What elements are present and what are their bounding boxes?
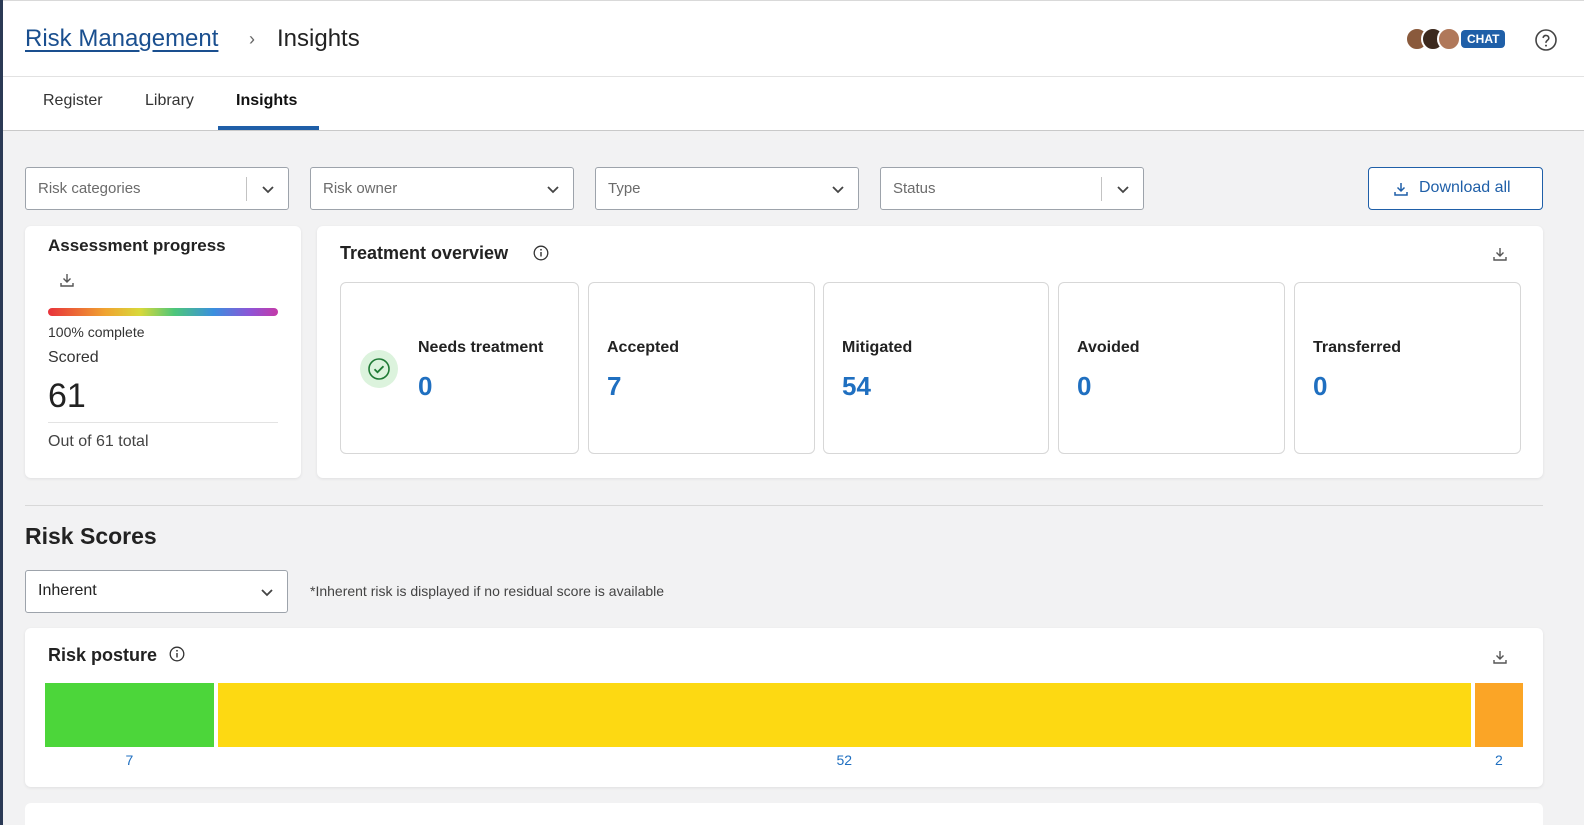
treatment-overview-card: Treatment overview Needs treatment 0 Acc…: [317, 226, 1543, 478]
total-text: Out of 61 total: [48, 433, 149, 450]
tile-avoided[interactable]: Avoided 0: [1058, 282, 1285, 454]
page-title: Insights: [277, 25, 360, 52]
tile-mitigated[interactable]: Mitigated 54: [823, 282, 1049, 454]
chevron-down-icon: [545, 181, 561, 197]
info-icon[interactable]: [533, 245, 549, 261]
tab-bar: Register Library Insights: [3, 77, 1584, 131]
assessment-progress-bar: [48, 308, 278, 316]
risk-posture-segment[interactable]: [1474, 683, 1523, 747]
tab-library[interactable]: Library: [145, 92, 194, 110]
tile-value: 0: [1313, 371, 1328, 401]
divider: [48, 422, 278, 423]
section-divider: [25, 505, 1543, 506]
download-all-label: Download all: [1419, 179, 1511, 196]
risk-owner-dropdown[interactable]: Risk owner: [310, 167, 574, 210]
question-circle-icon[interactable]: [1534, 28, 1558, 52]
progress-complete-text: 100% complete: [48, 324, 145, 340]
dropdown-placeholder: Risk owner: [323, 180, 398, 197]
type-dropdown[interactable]: Type: [595, 167, 859, 210]
next-card: [25, 803, 1543, 825]
inherent-risk-note: *Inherent risk is displayed if no residu…: [310, 583, 665, 599]
dropdown-placeholder: Status: [893, 180, 936, 197]
tile-needs-treatment[interactable]: Needs treatment 0: [340, 282, 579, 454]
download-icon[interactable]: [59, 272, 75, 288]
download-icon: [1393, 181, 1409, 197]
score-type-dropdown[interactable]: Inherent: [25, 570, 288, 613]
avatar: [1437, 27, 1461, 51]
top-bar: Risk Management › Insights CHAT: [3, 0, 1584, 77]
dropdown-divider: [1101, 177, 1102, 201]
risk-posture-segment[interactable]: [217, 683, 1471, 747]
chevron-down-icon: [260, 181, 276, 197]
risk-scores-heading: Risk Scores: [25, 523, 157, 549]
tile-value: 7: [607, 371, 622, 401]
breadcrumb-risk-management-link[interactable]: Risk Management: [25, 25, 218, 53]
risk-categories-dropdown[interactable]: Risk categories: [25, 167, 289, 210]
tile-accepted[interactable]: Accepted 7: [588, 282, 815, 454]
chat-badge: CHAT: [1461, 30, 1506, 48]
chevron-down-icon: [259, 584, 275, 600]
assessment-progress-card: Assessment progress 100% complete Scored…: [25, 226, 301, 478]
tile-label: Avoided: [1077, 339, 1140, 356]
chevron-down-icon: [1115, 181, 1131, 197]
download-all-button[interactable]: Download all: [1368, 167, 1543, 210]
chevron-down-icon: [830, 181, 846, 197]
scored-value: 61: [48, 377, 86, 415]
risk-posture-segment-label: 52: [836, 752, 853, 768]
status-dropdown[interactable]: Status: [880, 167, 1144, 210]
check-circle-icon: [360, 350, 398, 388]
tile-value: 54: [842, 371, 871, 401]
tile-label: Transferred: [1313, 339, 1402, 356]
dropdown-divider: [246, 177, 247, 201]
active-tab-indicator: [218, 126, 319, 130]
dropdown-placeholder: Type: [608, 180, 641, 197]
download-icon[interactable]: [1492, 246, 1508, 262]
scored-label: Scored: [48, 349, 99, 366]
risk-posture-segment-label: 7: [125, 752, 134, 768]
tile-label: Mitigated: [842, 339, 913, 356]
breadcrumb-separator: ›: [249, 29, 255, 49]
info-icon[interactable]: [169, 646, 185, 662]
treatment-overview-title: Treatment overview: [340, 243, 509, 263]
risk-posture-title: Risk posture: [48, 645, 158, 665]
tile-label: Accepted: [607, 339, 680, 356]
chat-avatars-button[interactable]: CHAT: [1405, 27, 1509, 53]
tile-label: Needs treatment: [418, 339, 544, 356]
tab-insights[interactable]: Insights: [236, 92, 297, 110]
risk-posture-segment[interactable]: [45, 683, 214, 747]
risk-posture-segment-label: 2: [1494, 752, 1503, 768]
tab-register[interactable]: Register: [43, 92, 103, 110]
score-type-value: Inherent: [38, 582, 97, 599]
tile-transferred[interactable]: Transferred 0: [1294, 282, 1521, 454]
tile-value: 0: [1077, 371, 1092, 401]
dropdown-placeholder: Risk categories: [38, 180, 141, 197]
risk-posture-card: Risk posture 7 52 2: [25, 628, 1543, 787]
download-icon[interactable]: [1492, 649, 1508, 665]
tile-value: 0: [418, 371, 433, 401]
assessment-progress-title: Assessment progress: [48, 236, 226, 255]
